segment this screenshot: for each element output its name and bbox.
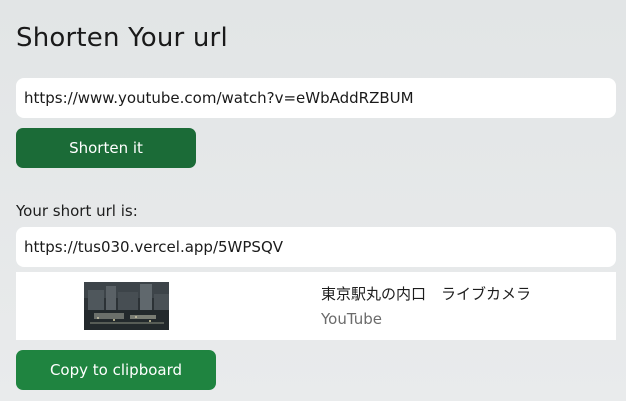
url-input[interactable] xyxy=(16,78,616,118)
page-title: Shorten Your url xyxy=(16,23,228,53)
short-url-label: Your short url is: xyxy=(16,202,138,220)
preview-title: 東京駅丸の内口 ライブカメラ xyxy=(321,285,532,303)
short-url-link[interactable]: https://tus030.vercel.app/5WPSQV xyxy=(16,227,616,267)
preview-source: YouTube xyxy=(321,310,382,328)
video-thumbnail xyxy=(84,282,169,330)
shorten-button[interactable]: Shorten it xyxy=(16,128,196,168)
copy-to-clipboard-button[interactable]: Copy to clipboard xyxy=(16,350,216,390)
link-preview-card[interactable]: 東京駅丸の内口 ライブカメラ YouTube xyxy=(16,272,616,340)
